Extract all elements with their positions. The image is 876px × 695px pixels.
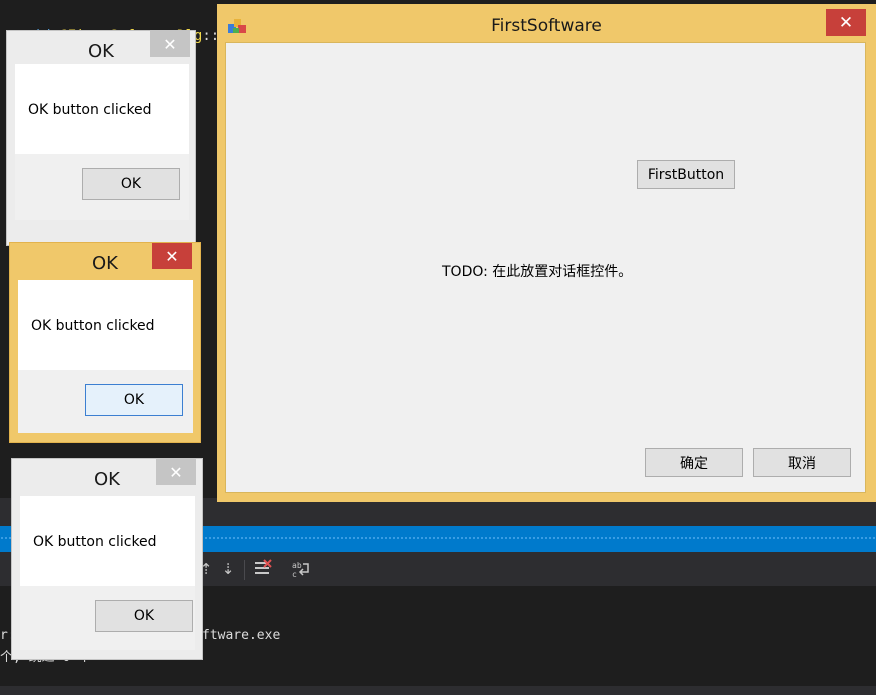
ok-button[interactable]: 确定 (645, 448, 743, 477)
dialog-client-area: FirstButton TODO: 在此放置对话框控件。 确定 取消 (225, 42, 866, 493)
toolbar-divider (244, 560, 245, 580)
message-footer: OK (15, 154, 189, 220)
clear-all-icon[interactable] (253, 559, 273, 579)
first-software-dialog[interactable]: FirstSoftware ✕ FirstButton TODO: 在此放置对话… (217, 4, 876, 502)
message-text: OK button clicked (31, 318, 155, 334)
cancel-button[interactable]: 取消 (753, 448, 851, 477)
message-body: OK button clicked (15, 64, 189, 154)
ok-button[interactable]: OK (85, 384, 183, 416)
window-title: FirstSoftware (491, 16, 602, 36)
svg-text:ab: ab (292, 561, 302, 570)
message-box[interactable]: OK ✕ OK button clicked OK (11, 458, 203, 660)
first-button[interactable]: FirstButton (637, 160, 735, 189)
close-button[interactable]: ✕ (826, 9, 866, 36)
message-box[interactable]: OK ✕ OK button clicked OK (6, 30, 196, 246)
message-footer: OK (20, 586, 195, 650)
message-footer: OK (18, 370, 193, 433)
message-body: OK button clicked (20, 496, 195, 586)
message-body: OK button clicked (18, 280, 193, 370)
message-text: OK button clicked (28, 102, 152, 118)
close-icon: ✕ (165, 246, 179, 266)
close-button[interactable]: ✕ (156, 459, 196, 485)
arrow-down-icon[interactable]: ⇣ (218, 559, 238, 579)
status-strip (0, 686, 876, 695)
close-icon: ✕ (838, 12, 854, 33)
close-button[interactable]: ✕ (152, 243, 192, 269)
message-text: OK button clicked (33, 534, 157, 550)
message-box-active[interactable]: OK ✕ OK button clicked OK (9, 242, 201, 443)
ok-button[interactable]: OK (95, 600, 193, 632)
svg-text:c: c (292, 570, 297, 579)
output-line: ftware.exe (202, 628, 281, 643)
close-icon: ✕ (163, 34, 177, 54)
ok-button[interactable]: OK (82, 168, 180, 200)
word-wrap-icon[interactable]: ab c (291, 559, 311, 579)
todo-label: TODO: 在此放置对话框控件。 (442, 264, 633, 280)
close-icon: ✕ (169, 462, 183, 482)
close-button[interactable]: ✕ (150, 31, 190, 57)
